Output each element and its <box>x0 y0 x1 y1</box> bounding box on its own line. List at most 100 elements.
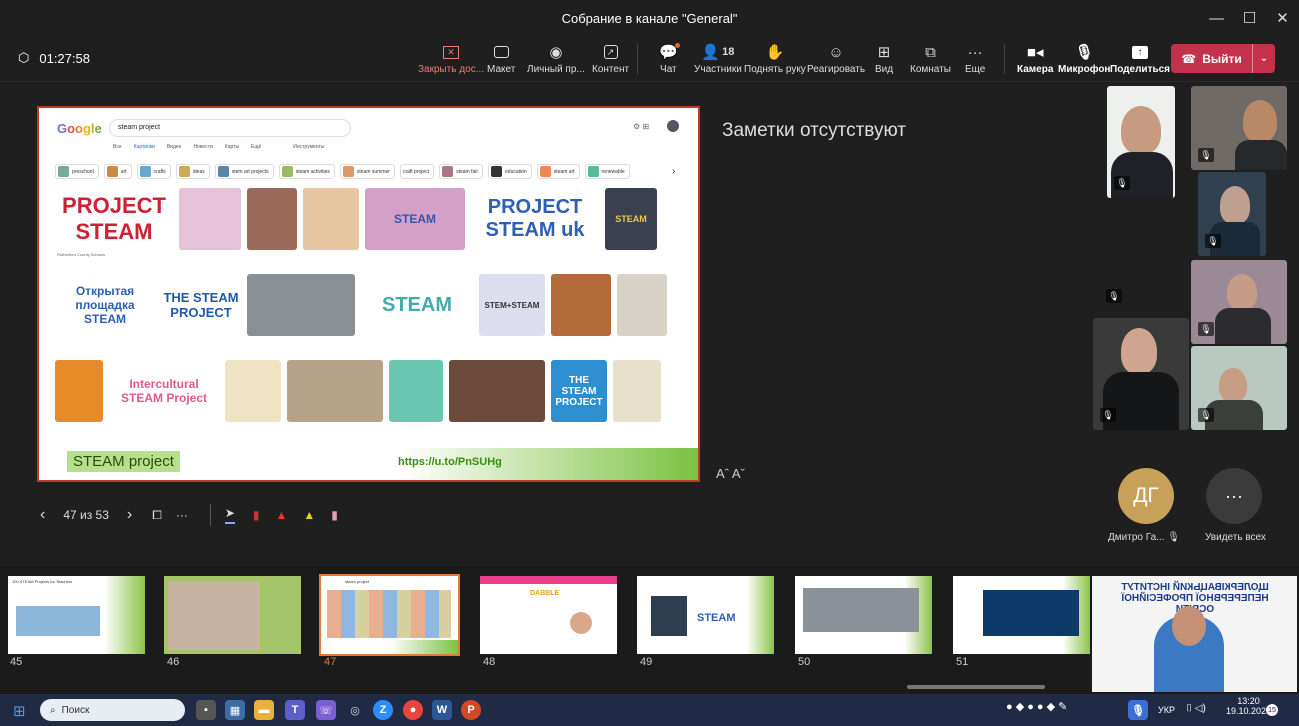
tab-images: Картинки <box>133 144 155 150</box>
minimize-button[interactable]: — <box>1200 0 1233 36</box>
taskbar-search[interactable]: ⌕ Поиск <box>40 699 185 721</box>
video-tile[interactable]: 🎙 <box>1093 318 1189 430</box>
content-button[interactable]: ↗ Контент <box>592 42 629 75</box>
image-result: Открытая площадка STEAM <box>55 274 155 336</box>
slide-thumbnail[interactable]: 100 STEAM Projects for Teachers <box>8 576 145 654</box>
google-logo: Google <box>57 121 102 136</box>
share-button[interactable]: ↑ Поделиться <box>1110 42 1170 75</box>
clock[interactable]: 13:20 19.10.2023 <box>1226 696 1271 716</box>
stop-sharing-button[interactable]: ✕ Закрыть дос... <box>418 42 484 75</box>
slide-thumbnail[interactable]: STEAM <box>637 576 774 654</box>
more-button[interactable]: ··· Еще <box>965 42 985 76</box>
store-icon[interactable]: ▦ <box>225 700 245 720</box>
video-tile[interactable]: 🎙 <box>1191 260 1287 344</box>
chevron-left-icon[interactable]: ‹ <box>40 506 45 524</box>
image-result <box>179 188 241 250</box>
task-view-icon[interactable]: ▪ <box>196 700 216 720</box>
slide-thumbnail[interactable]: DABBLE <box>480 576 617 654</box>
thumbnail-scrollbar[interactable] <box>907 685 1045 689</box>
leave-button[interactable]: ☎ Выйти ⌄ <box>1171 44 1275 73</box>
chip: steam summer <box>339 164 395 179</box>
tab-more: Ещё <box>251 144 262 150</box>
search-icon: ⌕ <box>50 704 56 716</box>
folder-icon[interactable]: ▬ <box>254 700 274 720</box>
raise-hand-button[interactable]: ✋ Поднять руку <box>744 42 806 75</box>
chevron-down-icon[interactable]: ⌄ <box>1253 53 1275 64</box>
video-tile[interactable]: 🎙 <box>1198 172 1266 256</box>
leave-label: Выйти <box>1202 51 1242 66</box>
slide-thumbnail[interactable]: ЩОЛЕРКІВАЦЬКИЙ ІНСТИТУТ НЕПЕРЕРВНОЇ ПРОФ… <box>1092 576 1297 692</box>
chip: crafts <box>136 164 171 179</box>
video-tile[interactable]: 🎙 <box>1191 86 1287 170</box>
ellipsis-icon: ··· <box>1225 485 1243 506</box>
windows-start-icon[interactable]: ⊞ <box>13 702 26 720</box>
viber-icon[interactable]: ☏ <box>316 700 336 720</box>
react-button[interactable]: ☺ Реагировать <box>807 42 865 76</box>
google-search-box: steam project <box>109 119 351 137</box>
see-all-button[interactable]: ··· <box>1206 468 1262 524</box>
mic-muted-icon: 🎙 <box>1205 234 1221 248</box>
slide-thumbnail[interactable] <box>795 576 932 654</box>
slide-counter: 47 из 53 <box>63 508 109 522</box>
mic-button[interactable]: 🎙 Микрофон <box>1058 42 1110 75</box>
wifi-volume-icon[interactable]: ⌷ ◁) <box>1186 703 1206 714</box>
zoom-icon[interactable]: Z <box>373 700 393 720</box>
browser-icon[interactable]: ◎ <box>345 700 365 720</box>
chip: craft project <box>399 164 435 179</box>
more-options-icon[interactable]: ··· <box>176 508 188 522</box>
notification-badge[interactable]: 15 <box>1266 704 1278 716</box>
image-result <box>449 360 545 422</box>
laser-pen-icon[interactable]: ▮ <box>253 508 260 522</box>
chrome-icon[interactable]: ● <box>403 700 423 720</box>
pen-icon[interactable]: ▲ <box>276 508 288 522</box>
camera-button[interactable]: ■◂ Камера <box>1017 42 1053 75</box>
slide-thumbnail[interactable] <box>953 576 1090 654</box>
maximize-button[interactable]: ☐ <box>1233 0 1266 36</box>
image-result <box>225 360 281 422</box>
tray-apps-icon[interactable]: ● ◆ ● ● ◆ ✎ <box>1006 700 1067 713</box>
close-button[interactable]: ✕ <box>1266 0 1299 36</box>
window-controls: — ☐ ✕ <box>1200 0 1299 36</box>
slide-link[interactable]: https://u.to/PnSUHg <box>398 456 502 468</box>
image-row: Открытая площадка STEAM THE STEAM PROJEC… <box>55 274 667 336</box>
chip: renewable <box>584 164 630 179</box>
word-icon[interactable]: W <box>432 700 452 720</box>
participant-face <box>1121 106 1161 154</box>
tab-news: Новости <box>193 144 213 150</box>
image-result: STEAM <box>365 188 465 250</box>
chat-button[interactable]: 💬 Чат <box>659 42 680 75</box>
teams-icon[interactable]: T <box>285 700 305 720</box>
mic-tray-icon[interactable]: 🎙 <box>1128 700 1148 720</box>
powerpoint-icon[interactable]: P <box>461 700 481 720</box>
layout-button[interactable]: Макет <box>487 42 515 75</box>
rooms-button[interactable]: ⧉ Комнаты <box>910 42 951 76</box>
slide-thumbnail[interactable] <box>164 576 301 654</box>
personal-view-button[interactable]: ◉ Личный пр... <box>527 42 585 75</box>
video-tile[interactable]: 🎙 <box>1099 283 1127 311</box>
view-button[interactable]: ⊞ Вид <box>875 42 893 75</box>
highlighter-icon[interactable]: ▲ <box>303 508 315 522</box>
font-size-buttons[interactable]: Aˆ Aˇ <box>716 466 745 481</box>
pointer-icon[interactable]: ➤ <box>224 506 235 524</box>
mic-muted-icon: 🎙 <box>1106 289 1122 303</box>
language-indicator[interactable]: УКР <box>1158 705 1175 715</box>
participants-button[interactable]: 👤 18 Участники <box>694 42 742 75</box>
grid-view-icon[interactable]: ⧠ <box>152 508 162 523</box>
video-tile[interactable]: 🎙 <box>1191 346 1287 430</box>
thumbnail-number: 49 <box>640 656 653 668</box>
content-icon: ↗ <box>603 42 618 62</box>
chevron-right-icon[interactable]: › <box>127 506 132 524</box>
filter-chips: preschool art crafts ideas stem art proj… <box>55 164 630 179</box>
avatar[interactable]: ДГ <box>1118 468 1174 524</box>
thumbnail-number: 46 <box>167 656 180 668</box>
thumbnail-number: 47 <box>324 656 337 668</box>
video-tile[interactable]: 🎙 <box>1107 86 1175 198</box>
image-result <box>303 188 359 250</box>
shared-slide[interactable]: Google steam project ⚙ ⊞ Все Картинки Ви… <box>37 106 700 482</box>
taskbar: ⊞ ⌕ Поиск ▪ ▦ ▬ T ☏ ◎ Z ● W P ● ◆ ● ● ◆ … <box>0 694 1299 726</box>
settings-icon: ⚙ ⊞ <box>633 122 650 131</box>
chat-icon: 💬 <box>659 43 680 61</box>
slide-thumbnail-selected[interactable]: steam project <box>319 574 460 656</box>
eraser-icon[interactable]: ▮ <box>331 508 338 522</box>
camera-icon: ■◂ <box>1026 44 1044 61</box>
